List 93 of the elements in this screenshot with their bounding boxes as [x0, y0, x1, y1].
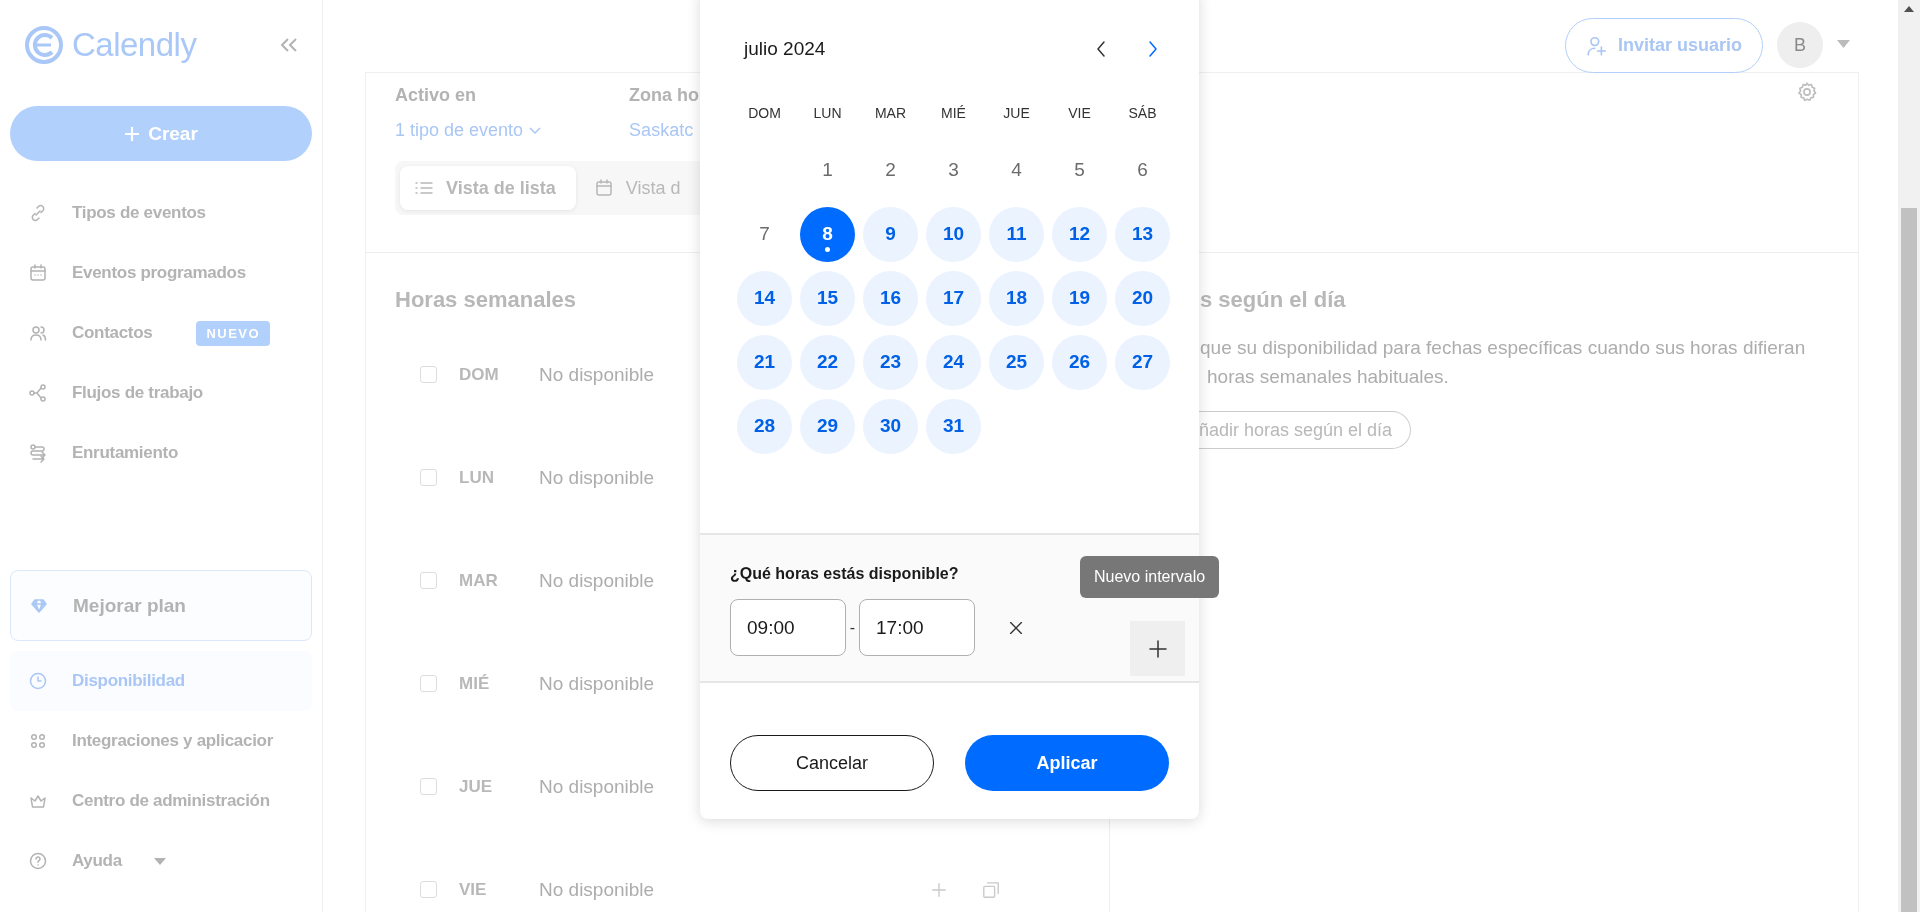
add-user-icon: [1585, 34, 1608, 57]
calendar-day[interactable]: 16: [863, 270, 918, 326]
nodes-icon: [28, 383, 48, 403]
collapse-icon[interactable]: [280, 37, 298, 53]
calendar-day[interactable]: 25: [989, 334, 1044, 390]
logo-text: Calendly: [72, 26, 197, 64]
new-badge: NUEVO: [196, 320, 271, 346]
day-checkbox[interactable]: [420, 778, 437, 795]
calendar-day: 7: [737, 206, 792, 262]
weekday-label: MIÉ: [941, 105, 966, 121]
logo-icon: [24, 25, 64, 65]
end-time-field[interactable]: 17:00: [859, 599, 975, 656]
calendar-day: 2: [863, 142, 918, 198]
description-text: que su disponibilidad para fechas específicas cuando sus horas difieran: [1200, 336, 1807, 360]
route-icon: [28, 443, 48, 463]
calendar-day[interactable]: 22: [800, 334, 855, 390]
calendar-day[interactable]: 31: [926, 398, 981, 454]
hours-question: ¿Qué horas estás disponible?: [730, 565, 959, 583]
availability-status: No disponible: [539, 466, 655, 489]
weekday-label: JUE: [1003, 105, 1030, 121]
field-label: Activo en: [395, 85, 478, 106]
calendar-day[interactable]: 9: [863, 206, 918, 262]
chevron-down-icon: [529, 126, 542, 135]
grid-icon: [28, 731, 48, 751]
caret-icon[interactable]: [1837, 40, 1850, 48]
day-label: VIE: [459, 879, 488, 900]
weekday-label: LUN: [813, 105, 842, 121]
calendar-day: 1: [800, 142, 855, 198]
add-icon: [1147, 638, 1168, 659]
plus-icon: [124, 125, 141, 142]
calendar-day[interactable]: 19: [1052, 270, 1107, 326]
availability-status: No disponible: [539, 775, 655, 798]
availability-status: No disponible: [539, 878, 655, 901]
weekday-label: SÁB: [1128, 105, 1157, 121]
calendar-day[interactable]: 15: [800, 270, 855, 326]
weekday-label: MAR: [874, 105, 907, 121]
range-separator: -: [848, 618, 857, 637]
calendar-day[interactable]: 8: [800, 206, 855, 262]
availability-status: No disponible: [539, 672, 655, 695]
calendar-day[interactable]: 17: [926, 270, 981, 326]
calendar-icon: [593, 178, 614, 198]
calendar-day[interactable]: 23: [863, 334, 918, 390]
calendar-day[interactable]: 26: [1052, 334, 1107, 390]
start-time-field[interactable]: 09:00: [730, 599, 846, 656]
weekday-label: VIE: [1068, 105, 1091, 121]
calendar-day[interactable]: 10: [926, 206, 981, 262]
calendar-day[interactable]: 24: [926, 334, 981, 390]
calendar-day[interactable]: 14: [737, 270, 792, 326]
calendar-day[interactable]: 27: [1115, 334, 1170, 390]
availability-status: No disponible: [539, 363, 655, 386]
settings-icon: [1796, 81, 1818, 103]
field-label: Zona ho: [629, 85, 700, 106]
cancel-button[interactable]: Cancelar: [730, 735, 934, 791]
calendar-day: 3: [926, 142, 981, 198]
day-checkbox[interactable]: [420, 881, 437, 898]
apply-button[interactable]: Aplicar: [965, 735, 1169, 791]
month-title: julio 2024: [744, 38, 826, 60]
people-icon: [28, 323, 48, 343]
calendar-day: 6: [1115, 142, 1170, 198]
day-label: MAR: [459, 570, 499, 591]
calendar-day[interactable]: 29: [800, 398, 855, 454]
calendar-day[interactable]: 28: [737, 398, 792, 454]
calendar-day[interactable]: 11: [989, 206, 1044, 262]
day-checkbox[interactable]: [420, 469, 437, 486]
calendar-day: 4: [989, 142, 1044, 198]
calendar-day[interactable]: 18: [989, 270, 1044, 326]
day-label: JUE: [459, 776, 494, 797]
scroll-up-icon[interactable]: [1904, 6, 1914, 12]
day-label: DOM: [459, 364, 500, 385]
clock-icon: [28, 671, 48, 691]
weekday-label: DOM: [748, 105, 781, 121]
calendar-day[interactable]: 30: [863, 398, 918, 454]
scrollbar[interactable]: [1898, 0, 1920, 912]
help-icon: [28, 851, 48, 871]
calendar-icon: [28, 263, 48, 283]
calendar-day[interactable]: 21: [737, 334, 792, 390]
day-label: LUN: [459, 467, 495, 488]
section-title: s según el día: [1200, 287, 1346, 313]
calendar-day[interactable]: 12: [1052, 206, 1107, 262]
add-interval-button[interactable]: [1130, 621, 1185, 676]
availability-status: No disponible: [539, 569, 655, 592]
calendar-day[interactable]: 20: [1115, 270, 1170, 326]
tooltip: Nuevo intervalo: [1080, 556, 1220, 598]
day-checkbox[interactable]: [420, 572, 437, 589]
calendar-day: 5: [1052, 142, 1107, 198]
description-text: horas semanales habituales.: [1207, 365, 1450, 389]
day-checkbox[interactable]: [420, 366, 437, 383]
calendar-day[interactable]: 13: [1115, 206, 1170, 262]
section-title: Horas semanales: [395, 287, 576, 313]
day-checkbox[interactable]: [420, 675, 437, 692]
day-label: MIÉ: [459, 673, 491, 694]
copy-icon: [982, 880, 1000, 899]
avatar[interactable]: B: [1777, 22, 1823, 68]
